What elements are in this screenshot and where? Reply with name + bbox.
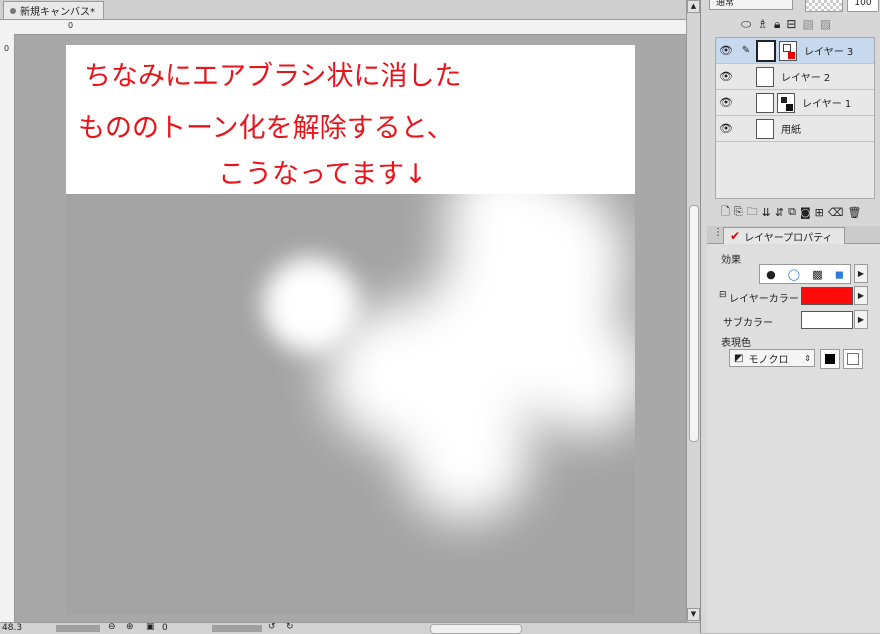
- zoom-slider[interactable]: [56, 625, 100, 632]
- canvas-area[interactable]: ちなみにエアブラシ状に消した もののトーン化を解除すると、 こうなってます↓: [15, 35, 686, 622]
- zoom-value[interactable]: 48.3: [2, 623, 22, 633]
- tab-label: レイヤープロパティ: [744, 232, 833, 244]
- handwritten-note: ちなみにエアブラシ状に消した もののトーン化を解除すると、 こうなってます↓: [78, 61, 461, 190]
- paper-thumb: [756, 118, 774, 139]
- fit-icon[interactable]: ▣: [146, 622, 155, 632]
- layer-thumb: [777, 92, 795, 113]
- ruler-top-origin: 0: [68, 21, 74, 30]
- status-bar: 48.3 ⊖ ⊕ ▣ 0 ↺ ↻: [0, 622, 700, 634]
- new-vector-layer-icon[interactable]: ⎘: [734, 205, 743, 219]
- layer-color-effect-icon[interactable]: ◼: [835, 268, 844, 281]
- layer-name: 用紙: [781, 125, 801, 136]
- sub-color-swatch[interactable]: [801, 311, 853, 329]
- expression-select[interactable]: ◩ モノクロ ⇕: [729, 349, 815, 367]
- note-line-2: もののトーン化を解除すると、: [78, 113, 454, 144]
- document-tab-title: 新規キャンバス*: [20, 7, 95, 18]
- scroll-down-icon[interactable]: ▼: [687, 608, 700, 621]
- opacity-field[interactable]: 100: [847, 0, 879, 12]
- layer-name: レイヤー 3: [804, 47, 854, 58]
- close-dot-icon[interactable]: [10, 7, 16, 14]
- ruler-left-origin: 0: [4, 44, 10, 53]
- merge-down-icon[interactable]: ⇊: [762, 206, 771, 219]
- eye-icon[interactable]: 👁︎: [716, 70, 736, 83]
- effect-label: 効果: [721, 255, 741, 266]
- mask-icon[interactable]: ▧: [802, 17, 813, 31]
- layer-name: レイヤー 1: [802, 99, 852, 110]
- horizontal-ruler: 0: [0, 20, 686, 35]
- document-tab-bar: 新規キャンバス*: [0, 0, 700, 20]
- rotation-value[interactable]: 0: [162, 623, 168, 633]
- opacity-slider[interactable]: [805, 0, 843, 12]
- check-icon: ✔: [730, 229, 741, 243]
- note-panel: ちなみにエアブラシ状に消した もののトーン化を解除すると、 こうなってます↓: [66, 45, 635, 194]
- note-line-3: こうなってます↓: [218, 159, 427, 190]
- layer-toolbar: 🗋 ⎘ 🗀 ⇊ ⇵ ⧉ ◙ ⊞ ⌫ 🗑︎: [721, 204, 880, 220]
- zoom-in-icon[interactable]: ⊕: [126, 622, 134, 632]
- lock-icon[interactable]: 🔒︎: [774, 17, 780, 32]
- zoom-out-icon[interactable]: ⊖: [108, 622, 116, 632]
- clip-icon[interactable]: ⬭: [741, 17, 751, 32]
- layer-mask-thumb: [756, 92, 774, 113]
- watercolor-effect-icon[interactable]: ◯: [788, 268, 800, 281]
- mask-layer-icon[interactable]: ◙: [800, 206, 811, 219]
- tone-effect-icon[interactable]: ▩: [812, 268, 822, 281]
- paper[interactable]: ちなみにエアブラシ状に消した もののトーン化を解除すると、 こうなってます↓: [66, 45, 635, 615]
- eye-icon[interactable]: 👁︎: [716, 122, 736, 135]
- eye-icon[interactable]: 👁︎: [716, 96, 736, 109]
- layer-color-swatch[interactable]: [801, 287, 853, 305]
- blend-row: 通常 100: [701, 0, 880, 12]
- rotation-slider[interactable]: [212, 625, 262, 632]
- vertical-ruler: 0: [0, 34, 15, 622]
- rotate-right-icon[interactable]: ↻: [286, 622, 294, 632]
- blend-mode-select[interactable]: 通常: [709, 0, 793, 10]
- expression-value: モノクロ: [748, 354, 789, 366]
- collapse-icon[interactable]: ⊟: [719, 290, 727, 300]
- effect-menu-arrow[interactable]: ▶: [854, 264, 868, 283]
- layer-row-2[interactable]: 👁︎ レイヤー 2: [716, 64, 874, 90]
- layer-row-1[interactable]: 👁︎ レイヤー 1: [716, 90, 874, 116]
- vertical-scrollbar[interactable]: ▲ ▼: [686, 0, 700, 622]
- chevron-down-icon: ⇕: [804, 353, 811, 363]
- clear-layer-icon[interactable]: ⌫: [828, 206, 844, 219]
- layer-row-3[interactable]: 👁︎ ✎ レイヤー 3: [716, 38, 874, 64]
- layer-thumb: [779, 40, 797, 61]
- black-color-button[interactable]: [820, 349, 840, 369]
- ruler-icon[interactable]: ▨: [820, 17, 831, 31]
- mono-icon: ◩: [734, 352, 744, 364]
- tab-layer-property[interactable]: ✔ レイヤープロパティ: [723, 227, 845, 244]
- copy-layer-icon[interactable]: ⧉: [788, 205, 796, 219]
- vertical-scroll-thumb[interactable]: [689, 205, 699, 442]
- pen-icon: ✎: [741, 45, 751, 56]
- new-folder-icon[interactable]: 🗀: [747, 203, 758, 222]
- layer-color-arrow[interactable]: ▶: [854, 286, 868, 305]
- sub-color-arrow[interactable]: ▶: [854, 310, 868, 329]
- scroll-up-icon[interactable]: ▲: [687, 0, 700, 13]
- sub-color-label: サブカラー: [723, 318, 773, 329]
- effect-buttons: ● ◯ ▩ ◼: [759, 264, 851, 284]
- layer-color-label: レイヤーカラー: [729, 294, 799, 305]
- layer-list: 👁︎ ✎ レイヤー 3 👁︎ レイヤー 2 👁︎ レイヤー 1 👁︎ 用紙: [715, 37, 875, 199]
- layer-mask-thumb: [756, 39, 776, 62]
- property-panel: 効果 ● ◯ ▩ ◼ ▶ ⊟ レイヤーカラー ▶ サブカラー ▶ 表現色 ◩ モ…: [707, 244, 880, 633]
- reference-icon[interactable]: ♗: [757, 17, 768, 31]
- document-tab[interactable]: 新規キャンバス*: [3, 1, 104, 19]
- eye-icon[interactable]: 👁︎: [716, 44, 736, 57]
- layer-name: レイヤー 2: [781, 73, 831, 84]
- ruler-layer-icon[interactable]: ⊞: [815, 206, 824, 219]
- lock-transparency-icon[interactable]: ⊟: [786, 17, 796, 31]
- delete-icon[interactable]: 🗑︎: [847, 206, 861, 219]
- transfer-icon[interactable]: ⇵: [775, 206, 784, 219]
- note-line-1: ちなみにエアブラシ状に消した: [84, 61, 461, 92]
- new-layer-icon[interactable]: 🗋: [721, 203, 730, 222]
- right-panel: 通常 100 ⬭ ♗ 🔒︎ ⊟ ▧ ▨ 👁︎ ✎ レイヤー 3 👁︎ レイヤー …: [700, 0, 880, 633]
- layer-row-paper[interactable]: 👁︎ 用紙: [716, 116, 874, 142]
- white-color-button[interactable]: [843, 349, 863, 369]
- rotate-left-icon[interactable]: ↺: [268, 622, 276, 632]
- expression-label: 表現色: [721, 338, 751, 349]
- border-effect-icon[interactable]: ●: [766, 268, 776, 281]
- layer-thumb: [756, 66, 774, 87]
- layer-lock-row: ⬭ ♗ 🔒︎ ⊟ ▧ ▨: [701, 14, 880, 34]
